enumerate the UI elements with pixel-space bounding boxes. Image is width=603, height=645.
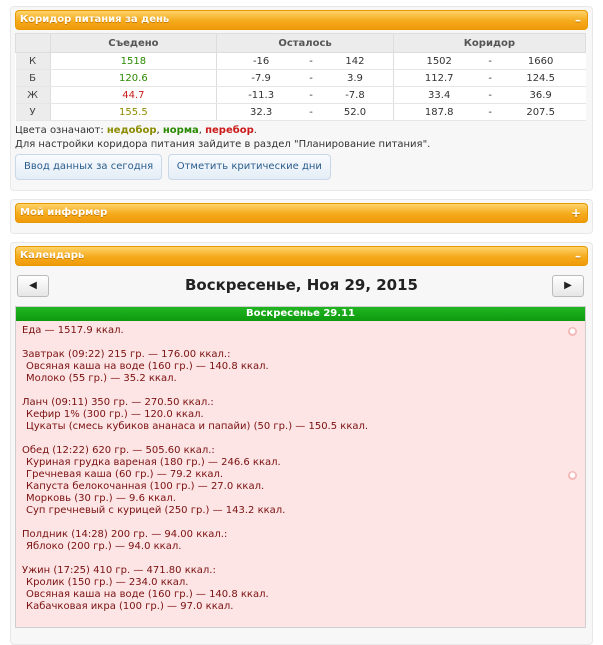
input-today-button[interactable]: Ввод данных за сегодня (15, 154, 163, 180)
meal-block: Полдник (14:28) 200 гр. — 94.00 ккал.: Яб… (22, 529, 579, 553)
remaining-min: -16 (216, 52, 306, 70)
meal-item: Молоко (55 гр.) — 35.2 ккал. (26, 373, 177, 384)
day-header: Воскресенье 29.11 (16, 307, 585, 321)
corridor-min: 1502 (392, 52, 485, 70)
meal-item: Овсяная каша на воде (160 гр.) — 140.8 к… (26, 361, 269, 372)
legend-suffix: . (253, 125, 257, 136)
food-total: Еда — 1517.9 ккал. (22, 325, 124, 336)
corridor-max: 124.5 (495, 69, 586, 87)
col-corridor: Коридор (392, 33, 587, 53)
remaining-max: -7.8 (317, 86, 394, 104)
day-body: ● ● Еда — 1517.9 ккал. Завтрак (09:22) 2… (16, 321, 585, 627)
color-legend: Цвета означают: недобор, норма, перебор. (15, 124, 588, 138)
remaining-max: 3.9 (317, 69, 394, 87)
informer-panel-header[interactable]: Мой информер + (15, 203, 588, 223)
apple-icon[interactable]: ● (568, 327, 577, 336)
meal-item: Цукаты (смесь кубиков ананаса и папайи) … (26, 421, 369, 432)
eaten-value: 120.6 (50, 69, 217, 87)
meal-block: Ланч (09:11) 350 гр. — 270.50 ккал.: Кефи… (22, 397, 579, 433)
informer-title: Мой информер (20, 207, 108, 218)
corridor-buttons: Ввод данных за сегодня Отметить критичес… (15, 154, 588, 180)
remaining-dash: - (305, 69, 318, 87)
calendar-panel-header[interactable]: Календарь – (15, 246, 588, 266)
corridor-max: 36.9 (495, 86, 586, 104)
corridor-min: 187.8 (392, 103, 485, 121)
corridor-dash: - (484, 52, 496, 70)
calendar-nav: ◀ Воскресенье, Ноя 29, 2015 ▶ (15, 272, 588, 304)
meal-item: Куриная грудка вареная (180 гр.) — 246.6… (26, 457, 281, 468)
corridor-row: Б 120.6 -7.9-3.9 112.7-124.5 (15, 69, 586, 87)
corridor-min: 112.7 (392, 69, 485, 87)
meal-block: Завтрак (09:22) 215 гр. — 176.00 ккал.: О… (22, 349, 579, 385)
corridor-row: Ж 44.7 -11.3- -7.8 33.4-36.9 (15, 86, 586, 104)
corridor-panel-header[interactable]: Коридор питания за день – (15, 10, 588, 30)
prev-day-button[interactable]: ◀ (17, 275, 49, 297)
corridor-max: 207.5 (495, 103, 586, 121)
meal-title[interactable]: Обед (12:22) 620 гр. — 505.60 ккал.: (22, 445, 579, 457)
remaining-max: 142 (317, 52, 394, 70)
collapse-icon[interactable]: – (575, 247, 581, 265)
remaining-dash: - (305, 103, 318, 121)
expand-icon[interactable]: + (571, 204, 581, 222)
remaining-min: -7.9 (216, 69, 306, 87)
meal-item: Гречневая каша (60 гр.) — 79.2 ккал. (26, 469, 224, 480)
eaten-value: 1518 (50, 52, 217, 70)
corridor-panel: Коридор питания за день – Съедено Остало… (10, 6, 593, 191)
legend-over: перебор (205, 125, 254, 136)
row-label: Б (15, 69, 51, 87)
corridor-dash: - (484, 69, 496, 87)
corridor-row: У 155.5 32.3-52.0 187.8-207.5 (15, 103, 586, 121)
col-eaten: Съедено (49, 33, 218, 53)
col-remaining: Осталось (216, 33, 394, 53)
remaining-min: -11.3 (216, 86, 306, 104)
calendar-title: Календарь (20, 250, 85, 261)
meal-title[interactable]: Ланч (09:11) 350 гр. — 270.50 ккал.: (22, 397, 579, 409)
calendar-panel: Календарь – ◀ Воскресенье, Ноя 29, 2015 … (10, 242, 593, 645)
corridor-dash: - (484, 86, 496, 104)
remaining-dash: - (305, 52, 318, 70)
meal-item: Суп гречневый с курицей (250 гр.) — 143.… (26, 505, 286, 516)
meal-item: Капуста белокочанная (100 гр.) — 27.0 кк… (26, 481, 265, 492)
remaining-dash: - (305, 86, 318, 104)
remaining-min: 32.3 (216, 103, 306, 121)
meal-title[interactable]: Полдник (14:28) 200 гр. — 94.00 ккал.: (22, 529, 579, 541)
row-label: Ж (15, 86, 51, 104)
apple-icon[interactable]: ● (568, 471, 577, 480)
meal-item: Кабачковая икра (100 гр.) — 97.0 ккал. (26, 601, 234, 612)
eaten-value: 155.5 (50, 103, 217, 121)
corridor-table: Съедено Осталось Коридор К 1518 -16-142 150… (15, 33, 587, 121)
corridor-row: К 1518 -16-142 1502-1660 (15, 52, 586, 70)
meal-block: Ужин (17:25) 410 гр. — 471.80 ккал.: Крол… (22, 565, 579, 613)
meal-item: Морковь (30 гр.) — 9.6 ккал. (26, 493, 176, 504)
meal-item: Кролик (150 гр.) — 234.0 ккал. (26, 577, 189, 588)
legend-prefix: Цвета означают: (15, 125, 107, 136)
corridor-min: 33.4 (392, 86, 485, 104)
corridor-hint: Для настройки коридора питания зайдите в… (15, 139, 431, 150)
legend-under: недобор (106, 125, 157, 136)
next-day-button[interactable]: ▶ (552, 275, 584, 297)
collapse-icon[interactable]: – (575, 11, 581, 29)
mark-critical-days-button[interactable]: Отметить критические дни (167, 154, 331, 180)
meal-block: Обед (12:22) 620 гр. — 505.60 ккал.: Кури… (22, 445, 579, 517)
row-label: У (15, 103, 51, 121)
corner-cell (15, 33, 51, 53)
meal-item: Кефир 1% (300 гр.) — 120.0 ккал. (26, 409, 204, 420)
page: Коридор питания за день – Съедено Остало… (10, 6, 593, 645)
calendar-date-title: Воскресенье, Ноя 29, 2015 (185, 276, 418, 294)
corridor-title: Коридор питания за день (20, 14, 170, 25)
meal-item: Яблоко (200 гр.) — 94.0 ккал. (26, 541, 182, 552)
legend-norm: норма (162, 125, 199, 136)
day-entry: Воскресенье 29.11 ● ● Еда — 1517.9 ккал.… (15, 306, 586, 628)
row-label: К (15, 52, 51, 70)
corridor-max: 1660 (495, 52, 586, 70)
meal-title[interactable]: Завтрак (09:22) 215 гр. — 176.00 ккал.: (22, 349, 579, 361)
meals-list: Завтрак (09:22) 215 гр. — 176.00 ккал.: О… (22, 349, 579, 613)
informer-panel: Мой информер + (10, 199, 593, 234)
eaten-value: 44.7 (50, 86, 217, 104)
meal-item: Овсяная каша на воде (160 гр.) — 140.8 к… (26, 589, 269, 600)
corridor-dash: - (484, 103, 496, 121)
remaining-max: 52.0 (317, 103, 394, 121)
meal-title[interactable]: Ужин (17:25) 410 гр. — 471.80 ккал.: (22, 565, 579, 577)
